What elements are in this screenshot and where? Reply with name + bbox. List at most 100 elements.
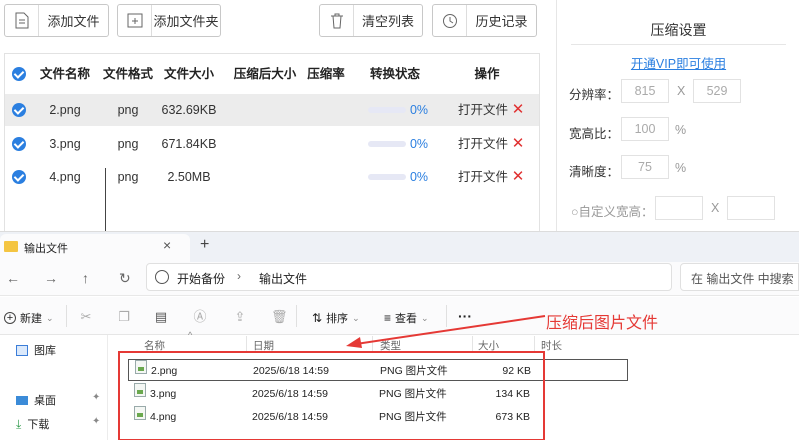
resolution-separator: X	[677, 84, 686, 98]
nav-item-desktop[interactable]: 桌面	[16, 392, 56, 408]
open-file-link[interactable]: 打开文件	[457, 161, 509, 193]
splitter[interactable]	[105, 168, 106, 232]
row-checkbox[interactable]	[12, 137, 26, 151]
resolution-width-input[interactable]: 815	[621, 79, 669, 103]
custom-width-input[interactable]	[655, 196, 703, 220]
clock-icon	[433, 5, 467, 36]
pin-icon[interactable]: ✦	[92, 416, 100, 427]
add-folder-button[interactable]: 添加文件夹	[117, 4, 221, 37]
file-name: 3.png	[49, 137, 81, 151]
aspect-unit: %	[675, 123, 687, 137]
clarity-input[interactable]: 75	[621, 155, 669, 179]
resolution-height-input[interactable]: 529	[693, 79, 741, 103]
back-arrow-icon[interactable]: ←	[6, 270, 20, 286]
screenshot: 添加文件 添加文件夹 清空列表 历史记录 文件名称 文件格式 文件大小 压缩后大…	[0, 0, 799, 440]
file-size: 2.50MB	[167, 170, 211, 184]
file-list-panel: 文件名称 文件格式 文件大小 压缩后大小 压缩率 转换状态 操作 2.png p…	[4, 53, 540, 233]
new-label: 新建	[20, 313, 42, 325]
aspect-input[interactable]: 100	[621, 117, 669, 141]
delete-icon[interactable]: ✕	[511, 161, 525, 193]
table-header: 文件名称 文件格式 文件大小 压缩后大小 压缩率 转换状态 操作	[5, 58, 539, 90]
settings-panel: 压缩设置 开通VIP即可使用 分辨率： 815 X 529 宽高比： 100 %…	[556, 0, 799, 233]
file-size: 671.84KB	[161, 137, 217, 151]
download-icon: ⤓	[16, 416, 22, 431]
sort-icon: ⇅	[312, 311, 323, 325]
col-header-actions: 操作	[474, 67, 500, 81]
delete-icon[interactable]: ✕	[511, 94, 525, 126]
tab-bar: 输出文件 × +	[0, 232, 799, 262]
search-input[interactable]: 在 输出文件 中搜索	[680, 263, 799, 291]
open-file-link[interactable]: 打开文件	[457, 128, 509, 160]
breadcrumb-chevron-icon: ›	[237, 269, 241, 283]
table-row[interactable]: 2.png png 632.69KB 0% 打开文件 ✕	[5, 94, 539, 126]
nav-label: 桌面	[34, 395, 56, 407]
col-header-size: 文件大小	[163, 67, 214, 81]
backup-icon	[155, 270, 169, 284]
delete-icon[interactable]: ✕	[511, 128, 525, 160]
col-header-format: 文件格式	[102, 67, 153, 81]
file-size: 632.69KB	[161, 103, 217, 117]
search-placeholder: 在 输出文件 中搜索	[691, 272, 794, 286]
cut-icon[interactable]: ✂	[78, 309, 94, 325]
copy-icon[interactable]: ❐	[116, 309, 132, 325]
select-all-checkbox[interactable]	[12, 67, 26, 81]
folder-add-icon	[118, 5, 152, 36]
file-name: 4.png	[49, 170, 81, 184]
refresh-icon[interactable]: ↻	[119, 270, 131, 287]
row-checkbox[interactable]	[12, 103, 26, 117]
clear-list-button[interactable]: 清空列表	[319, 4, 423, 37]
annotation-label: 压缩后图片文件	[546, 315, 659, 332]
custom-separator: X	[711, 201, 720, 215]
custom-height-input[interactable]	[727, 196, 775, 220]
progress-bar	[368, 174, 406, 180]
sort-up-icon: ^	[188, 330, 193, 340]
custom-size-radio[interactable]: ○自定义宽高：	[571, 201, 654, 220]
annotation-arrow-icon	[346, 315, 546, 348]
nav-label: 图库	[34, 345, 56, 357]
clarity-label: 清晰度：	[569, 165, 620, 179]
new-tab-button[interactable]: +	[200, 236, 209, 254]
vip-link[interactable]: 开通VIP即可使用	[557, 53, 799, 72]
history-button[interactable]: 历史记录	[432, 4, 537, 37]
close-tab-icon[interactable]: ×	[163, 237, 171, 253]
share-icon[interactable]: ⇪	[232, 309, 248, 325]
up-arrow-icon[interactable]: ↑	[82, 270, 89, 286]
pin-icon[interactable]: ✦	[92, 392, 100, 403]
file-format: png	[117, 103, 139, 117]
nav-label: 下载	[27, 419, 50, 431]
table-row[interactable]: 4.png png 2.50MB 0% 打开文件 ✕	[5, 161, 539, 193]
col-header-name: 文件名称	[39, 67, 90, 81]
progress-percent: 0%	[409, 170, 429, 184]
tab-output-folder[interactable]: 输出文件 ×	[0, 234, 190, 262]
add-file-button[interactable]: 添加文件	[4, 4, 109, 37]
progress-bar	[368, 141, 406, 147]
paste-icon[interactable]: ▤	[153, 309, 169, 325]
new-button[interactable]: + 新建 ⌄	[4, 310, 54, 326]
forward-arrow-icon[interactable]: →	[44, 270, 58, 286]
breadcrumb[interactable]: 开始备份 › 输出文件	[146, 263, 672, 291]
column-divider[interactable]	[246, 336, 247, 352]
file-format: png	[117, 137, 139, 151]
delete-icon[interactable]: 🗑	[271, 309, 288, 325]
clarity-unit: %	[675, 161, 687, 175]
divider	[571, 44, 786, 45]
row-checkbox[interactable]	[12, 170, 26, 184]
col-header-ratio: 压缩率	[307, 67, 345, 81]
trash-icon	[320, 5, 354, 36]
settings-title: 压缩设置	[650, 22, 707, 38]
progress-percent: 0%	[409, 103, 429, 117]
nav-item-downloads[interactable]: ⤓ 下载	[16, 416, 49, 432]
table-row[interactable]: 3.png png 671.84KB 0% 打开文件 ✕	[5, 128, 539, 160]
file-name: 2.png	[49, 103, 81, 117]
rename-icon[interactable]: Ⓐ	[192, 309, 208, 325]
open-file-link[interactable]: 打开文件	[457, 94, 509, 126]
resolution-label: 分辨率：	[569, 88, 620, 102]
col-header-status: 转换状态	[369, 67, 420, 81]
nav-item-gallery[interactable]: 图库	[16, 342, 56, 358]
aspect-label: 宽高比：	[569, 127, 620, 141]
breadcrumb-current[interactable]: 输出文件	[259, 270, 307, 287]
divider	[66, 305, 67, 327]
breadcrumb-root[interactable]: 开始备份	[177, 270, 225, 287]
file-format: png	[117, 170, 139, 184]
progress-bar	[368, 107, 406, 113]
